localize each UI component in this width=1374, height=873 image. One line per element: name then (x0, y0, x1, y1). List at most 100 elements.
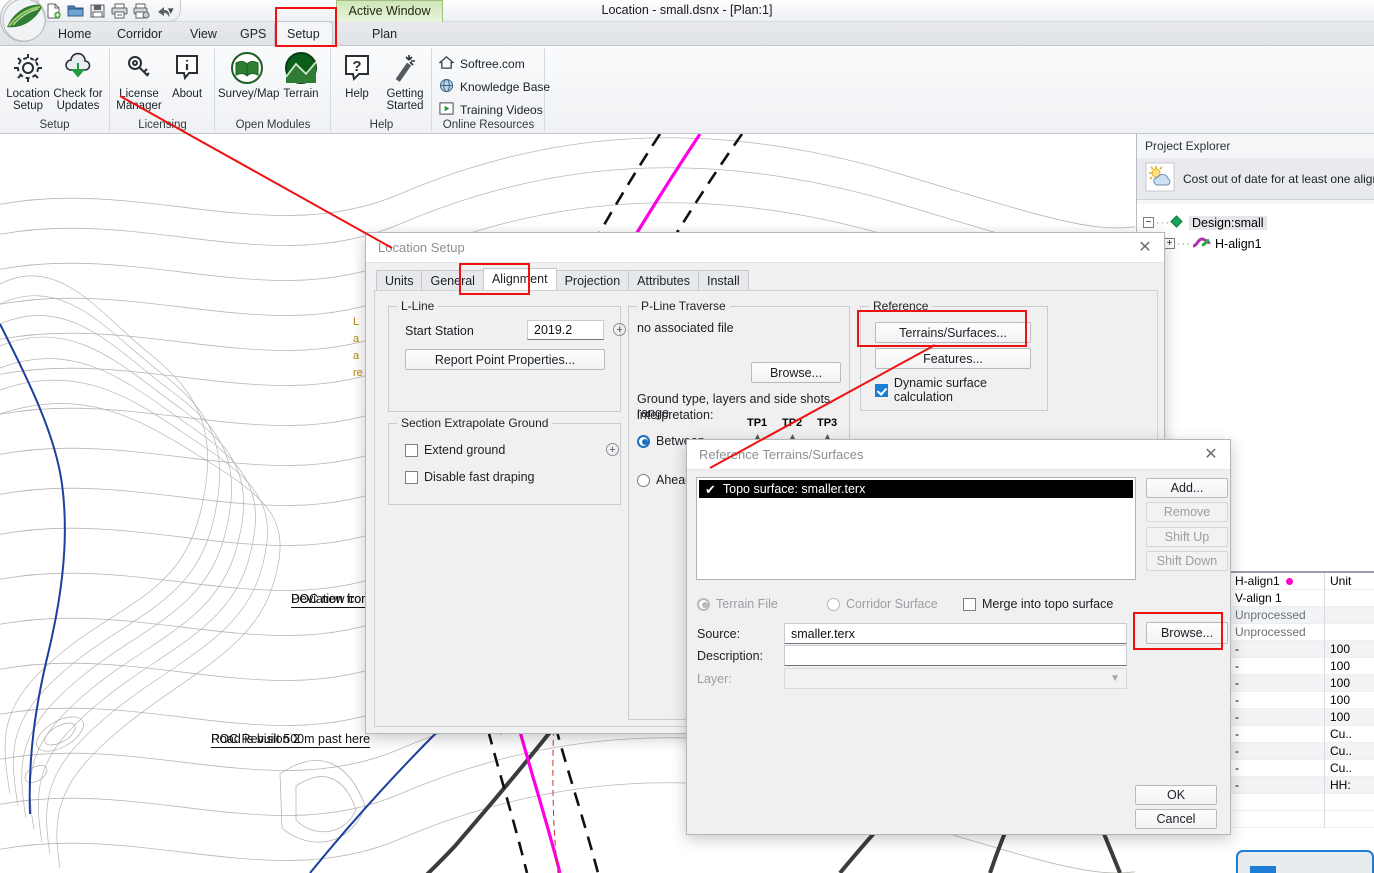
quick-access-toolbar[interactable] (38, 0, 181, 22)
ribbon-button-about[interactable]: About (159, 50, 215, 100)
table-row[interactable]: Unprocessed (1231, 623, 1374, 641)
ribbon-button-help[interactable]: ? Help (332, 50, 382, 100)
tab-plan[interactable]: Plan (360, 22, 409, 46)
no-associated-file-label: no associated file (637, 321, 734, 335)
checkbox-merge-into-topo-surface[interactable]: Merge into topo surface (963, 597, 1113, 611)
table-row[interactable]: V-align 1 (1231, 589, 1374, 607)
tab-corridor[interactable]: Corridor (105, 22, 174, 46)
ok-button[interactable]: OK (1135, 785, 1217, 805)
print-icon[interactable] (111, 3, 128, 19)
table-row[interactable]: Unprocessed (1231, 606, 1374, 624)
tree-item-design-small[interactable]: − ··· Design:small (1137, 212, 1374, 233)
location-setup-tabstrip[interactable]: Units General Alignment Projection Attri… (376, 268, 749, 290)
terrain-list[interactable]: ✔ Topo surface: smaller.terx (696, 477, 1136, 580)
tab-view[interactable]: View (178, 22, 229, 46)
qat-overflow-icon[interactable]: ▾ (168, 4, 174, 17)
table-row[interactable]: - Cu.. (1231, 742, 1374, 760)
table-row[interactable] (1231, 793, 1374, 811)
browse-button[interactable]: Browse... (1146, 622, 1228, 644)
tree-item-h-align1[interactable]: + ··· H-align1 (1137, 233, 1374, 254)
close-icon[interactable]: ✕ (1124, 233, 1166, 263)
source-input[interactable]: smaller.terx (784, 623, 1127, 644)
alignment-icon (1191, 236, 1211, 252)
checkbox-label: Extend ground (424, 443, 506, 457)
table-row[interactable] (1231, 810, 1374, 828)
checkbox-icon[interactable] (875, 383, 888, 397)
link-softree-com[interactable]: Softree.com (438, 55, 525, 73)
tree-collapse-icon[interactable]: − (1143, 217, 1154, 228)
radio-icon[interactable] (697, 597, 710, 611)
bottom-blue-panel[interactable] (1236, 850, 1374, 873)
checkbox-extend-ground[interactable]: Extend ground (405, 443, 505, 457)
start-station-input[interactable]: 2019.2 (527, 320, 604, 340)
cancel-button[interactable]: Cancel (1135, 809, 1217, 829)
radio-icon[interactable] (827, 597, 840, 611)
add-button[interactable]: Add... (1146, 478, 1228, 498)
open-folder-icon[interactable] (67, 3, 84, 19)
table-row[interactable]: - 100 (1231, 657, 1374, 675)
table-row[interactable]: - 100 (1231, 674, 1374, 692)
data-grid[interactable]: H-align1 Unit V-align 1 Unprocessed Unproces… (1231, 571, 1374, 836)
radio-ahead[interactable]: Ahead (637, 473, 692, 487)
pline-browse-button[interactable]: Browse... (751, 362, 841, 383)
layer-dropdown[interactable]: ▼ (784, 668, 1127, 689)
ribbon-button-check-for-updates[interactable]: Check for Updates (50, 50, 106, 112)
radio-icon[interactable] (637, 434, 650, 448)
tab-projection[interactable]: Projection (555, 270, 630, 290)
play-icon (439, 101, 454, 119)
table-row[interactable]: - Cu.. (1231, 759, 1374, 777)
ribbon-button-location-setup[interactable]: Location Setup (0, 50, 56, 112)
tp-label-1: TP1 (747, 417, 768, 429)
ribbon-button-terrain[interactable]: Terrain (274, 50, 328, 100)
tp-label-2: TP2 (782, 417, 803, 429)
report-point-properties-button[interactable]: Report Point Properties... (405, 349, 605, 370)
extend-ground-plus-icon[interactable]: + (606, 443, 619, 456)
list-item-label: Topo surface: smaller.terx (722, 482, 866, 496)
checkbox-icon[interactable] (405, 443, 418, 457)
save-icon[interactable] (89, 3, 106, 19)
shift-up-button[interactable]: Shift Up (1146, 527, 1228, 547)
table-row[interactable]: - HH: (1231, 776, 1374, 794)
checkbox-dynamic-surface-calculation[interactable]: Dynamic surface calculation (875, 376, 1047, 404)
close-icon[interactable]: ✕ (1190, 440, 1232, 470)
link-knowledge-base[interactable]: Knowledge Base (439, 78, 550, 96)
link-training-videos[interactable]: Training Videos (439, 101, 543, 119)
start-station-plus-icon[interactable]: + (613, 323, 626, 336)
table-row[interactable]: - 100 (1231, 691, 1374, 709)
ribbon-group-title: Open Modules (235, 119, 311, 131)
project-explorer-banner[interactable]: Cost out of date for at least one alignm… (1137, 158, 1374, 200)
tab-install[interactable]: Install (697, 270, 749, 290)
checkbox-disable-fast-draping[interactable]: Disable fast draping (405, 470, 534, 484)
chevron-down-icon[interactable]: ▼ (1110, 673, 1120, 684)
new-document-icon[interactable] (45, 3, 62, 19)
ribbon-button-label: Check for Updates (53, 88, 103, 112)
tab-units[interactable]: Units (376, 270, 423, 290)
reference-terrains-surfaces-dialog[interactable]: Reference Terrains/Surfaces ✕ ✔ Topo sur… (686, 439, 1231, 835)
group-section-extrapolate-legend: Section Extrapolate Ground (397, 416, 553, 430)
shift-down-button[interactable]: Shift Down (1146, 551, 1228, 571)
table-row[interactable]: H-align1 Unit (1231, 572, 1374, 590)
table-row[interactable]: - Cu.. (1231, 725, 1374, 743)
list-item-topo-surface[interactable]: ✔ Topo surface: smaller.terx (699, 480, 1133, 498)
radio-corridor-surface[interactable]: Corridor Surface (827, 597, 938, 611)
terrains-surfaces-button[interactable]: Terrains/Surfaces... (875, 322, 1031, 343)
checkbox-icon[interactable] (963, 597, 976, 611)
checkbox-icon[interactable] (405, 470, 418, 484)
description-input[interactable] (784, 645, 1127, 666)
print-preview-icon[interactable] (133, 3, 150, 19)
ribbon-button-getting-started[interactable]: Getting Started (378, 50, 432, 112)
table-row[interactable]: - 100 (1231, 708, 1374, 726)
tab-gps[interactable]: GPS (228, 22, 278, 46)
ribbon-button-survey-map[interactable]: Survey/Map (218, 50, 279, 100)
remove-button[interactable]: Remove (1146, 502, 1228, 522)
context-tab-active-window[interactable]: Active Window (336, 0, 443, 22)
tab-alignment[interactable]: Alignment (482, 268, 557, 290)
radio-terrain-file[interactable]: Terrain File (697, 597, 778, 611)
tab-attributes[interactable]: Attributes (628, 270, 699, 290)
features-button[interactable]: Features... (875, 348, 1031, 369)
table-row[interactable]: - 100 (1231, 640, 1374, 658)
tab-home[interactable]: Home (46, 22, 103, 46)
radio-icon[interactable] (637, 473, 650, 487)
tab-setup[interactable]: Setup (274, 21, 333, 46)
tab-general[interactable]: General (421, 270, 484, 290)
